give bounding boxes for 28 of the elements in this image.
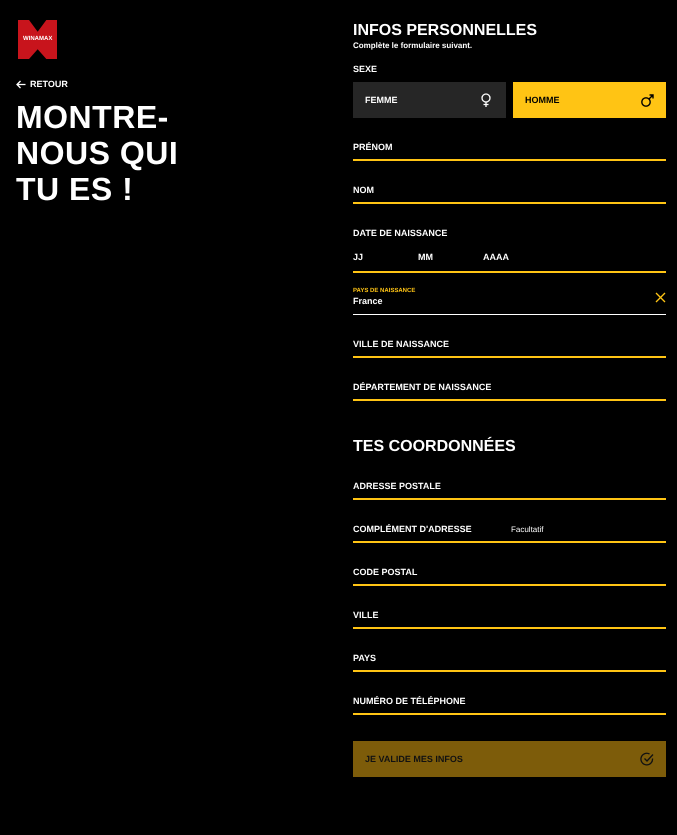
field-label: SEXE	[353, 63, 378, 76]
close-icon	[655, 292, 666, 303]
input-field[interactable]: CODE POSTAL	[353, 565, 666, 579]
input-field[interactable]: VILLE	[353, 608, 666, 622]
input-field[interactable]: AAAA	[483, 250, 548, 264]
field-label: DATE DE NAISSANCE	[353, 227, 448, 240]
gender-option[interactable]: HOMME	[513, 82, 666, 118]
optional-hint: Facultatif	[511, 524, 544, 534]
back-arrow-icon	[16, 80, 26, 88]
input-field[interactable]: ADRESSE POSTALE	[353, 479, 666, 493]
input-field[interactable]: JJ	[353, 250, 418, 264]
page-title: MONTRE- NOUS QUI TU ES !	[16, 99, 180, 207]
input-field[interactable]: PRÉNOM	[353, 140, 666, 154]
input-field[interactable]: NOM	[353, 183, 666, 197]
input-field[interactable]: NUMÉRO DE TÉLÉPHONE	[353, 694, 666, 708]
input-field[interactable]: PAYS	[353, 651, 666, 665]
section-subtitle: Complète le formulaire suivant.	[353, 41, 474, 51]
check-circle-icon	[640, 752, 654, 766]
input-field[interactable]: DÉPARTEMENT DE NAISSANCE	[353, 380, 666, 394]
section-title: TES COORDONNÉES	[353, 437, 517, 457]
input-field[interactable]: VILLE DE NAISSANCE	[353, 337, 666, 351]
input-field[interactable]: COMPLÉMENT D'ADRESSE	[353, 522, 503, 536]
input-field[interactable]: MM	[418, 250, 483, 264]
gender-option[interactable]: FEMME	[353, 82, 506, 118]
field-value: France	[353, 295, 383, 308]
back-link[interactable]: RETOUR	[16, 79, 68, 89]
male-symbol-icon	[640, 92, 654, 108]
section-title: INFOS PERSONNELLES	[353, 21, 538, 41]
